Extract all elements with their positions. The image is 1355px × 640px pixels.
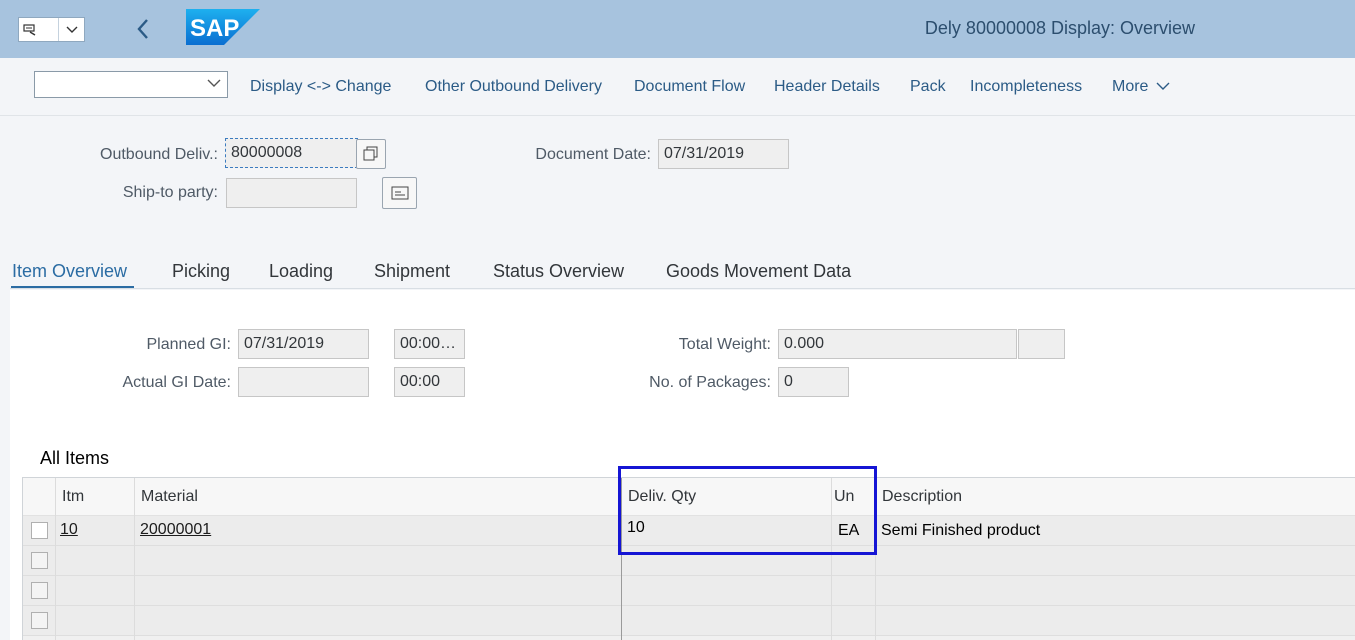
row-select-checkbox[interactable] bbox=[31, 582, 48, 599]
ship-to-party-label: Ship-to party: bbox=[122, 184, 218, 201]
header-details-button[interactable]: Header Details bbox=[774, 78, 880, 96]
total-weight-label: Total Weight: bbox=[678, 336, 771, 353]
more-button[interactable]: More bbox=[1112, 78, 1170, 96]
toolbar: Display <-> Change Other Outbound Delive… bbox=[0, 58, 1355, 116]
total-weight-input[interactable]: 0.000 bbox=[778, 329, 1017, 359]
copy-button[interactable] bbox=[356, 139, 386, 169]
document-flow-button[interactable]: Document Flow bbox=[634, 78, 745, 96]
page-title: Dely 80000008 Display: Overview bbox=[924, 18, 1196, 38]
table-row[interactable] bbox=[23, 606, 1355, 636]
document-date-input[interactable]: 07/31/2019 bbox=[658, 139, 789, 169]
back-button[interactable] bbox=[130, 16, 156, 42]
actual-gi-time-input[interactable]: 00:00 bbox=[394, 367, 465, 397]
shell-bar: SAP Dely 80000008 Display: Overview bbox=[0, 0, 1355, 58]
material-link[interactable]: 20000001 bbox=[140, 521, 211, 539]
active-tab-indicator bbox=[11, 286, 134, 288]
planned-gi-date-input[interactable]: 07/31/2019 bbox=[238, 329, 369, 359]
other-outbound-delivery-button[interactable]: Other Outbound Delivery bbox=[425, 78, 602, 96]
tab-loading[interactable]: Loading bbox=[269, 261, 333, 282]
tab-item-overview[interactable]: Item Overview bbox=[12, 261, 127, 282]
tab-shipment[interactable]: Shipment bbox=[374, 261, 450, 282]
column-header-itm[interactable]: Itm bbox=[62, 488, 84, 506]
row-select-checkbox[interactable] bbox=[31, 522, 48, 539]
svg-text:SAP: SAP bbox=[190, 15, 239, 42]
action-select[interactable] bbox=[34, 71, 228, 98]
planned-gi-label: Planned GI: bbox=[146, 336, 232, 353]
planned-gi-time-input[interactable]: 00:00… bbox=[394, 329, 465, 359]
description-cell: Semi Finished product bbox=[881, 522, 1041, 539]
outbound-delivery-label: Outbound Deliv.: bbox=[100, 146, 218, 163]
document-date-label: Document Date: bbox=[535, 146, 651, 163]
sap-logo: SAP bbox=[186, 9, 262, 50]
ship-to-party-input[interactable] bbox=[226, 178, 357, 208]
row-select-checkbox[interactable] bbox=[31, 552, 48, 569]
no-of-packages-label: No. of Packages: bbox=[649, 374, 771, 391]
display-change-button[interactable]: Display <-> Change bbox=[250, 78, 391, 96]
incompleteness-button[interactable]: Incompleteness bbox=[970, 78, 1082, 96]
tab-status-overview[interactable]: Status Overview bbox=[493, 261, 624, 282]
address-card-icon bbox=[391, 186, 408, 200]
pack-button[interactable]: Pack bbox=[910, 78, 946, 96]
chevron-down-icon bbox=[1156, 82, 1170, 90]
chevron-down-icon bbox=[207, 79, 221, 87]
column-header-description[interactable]: Description bbox=[882, 488, 962, 506]
row-select-checkbox[interactable] bbox=[31, 612, 48, 629]
weight-unit-input[interactable] bbox=[1018, 329, 1065, 359]
column-header-material[interactable]: Material bbox=[141, 488, 198, 506]
column-divider bbox=[134, 478, 135, 640]
tab-picking[interactable]: Picking bbox=[172, 261, 230, 282]
more-label: More bbox=[1112, 78, 1149, 95]
item-number-link[interactable]: 10 bbox=[60, 521, 78, 539]
table-row[interactable] bbox=[23, 576, 1355, 606]
column-divider bbox=[55, 478, 56, 640]
address-button[interactable] bbox=[382, 177, 417, 209]
back-icon bbox=[137, 19, 148, 39]
actual-gi-date-input[interactable] bbox=[238, 367, 369, 397]
highlight-box bbox=[618, 466, 877, 555]
copy-icon bbox=[363, 146, 378, 161]
actual-gi-date-label: Actual GI Date: bbox=[122, 374, 232, 391]
outbound-delivery-input[interactable]: 80000008 bbox=[225, 138, 358, 168]
menu-icon bbox=[19, 18, 59, 41]
chevron-down-icon bbox=[59, 18, 84, 41]
all-items-title: All Items bbox=[40, 448, 110, 468]
no-of-packages-input[interactable]: 0 bbox=[778, 367, 849, 397]
tab-bar: Item Overview Picking Loading Shipment S… bbox=[10, 257, 1355, 289]
menu-button[interactable] bbox=[18, 17, 85, 42]
tab-goods-movement-data[interactable]: Goods Movement Data bbox=[666, 261, 851, 282]
